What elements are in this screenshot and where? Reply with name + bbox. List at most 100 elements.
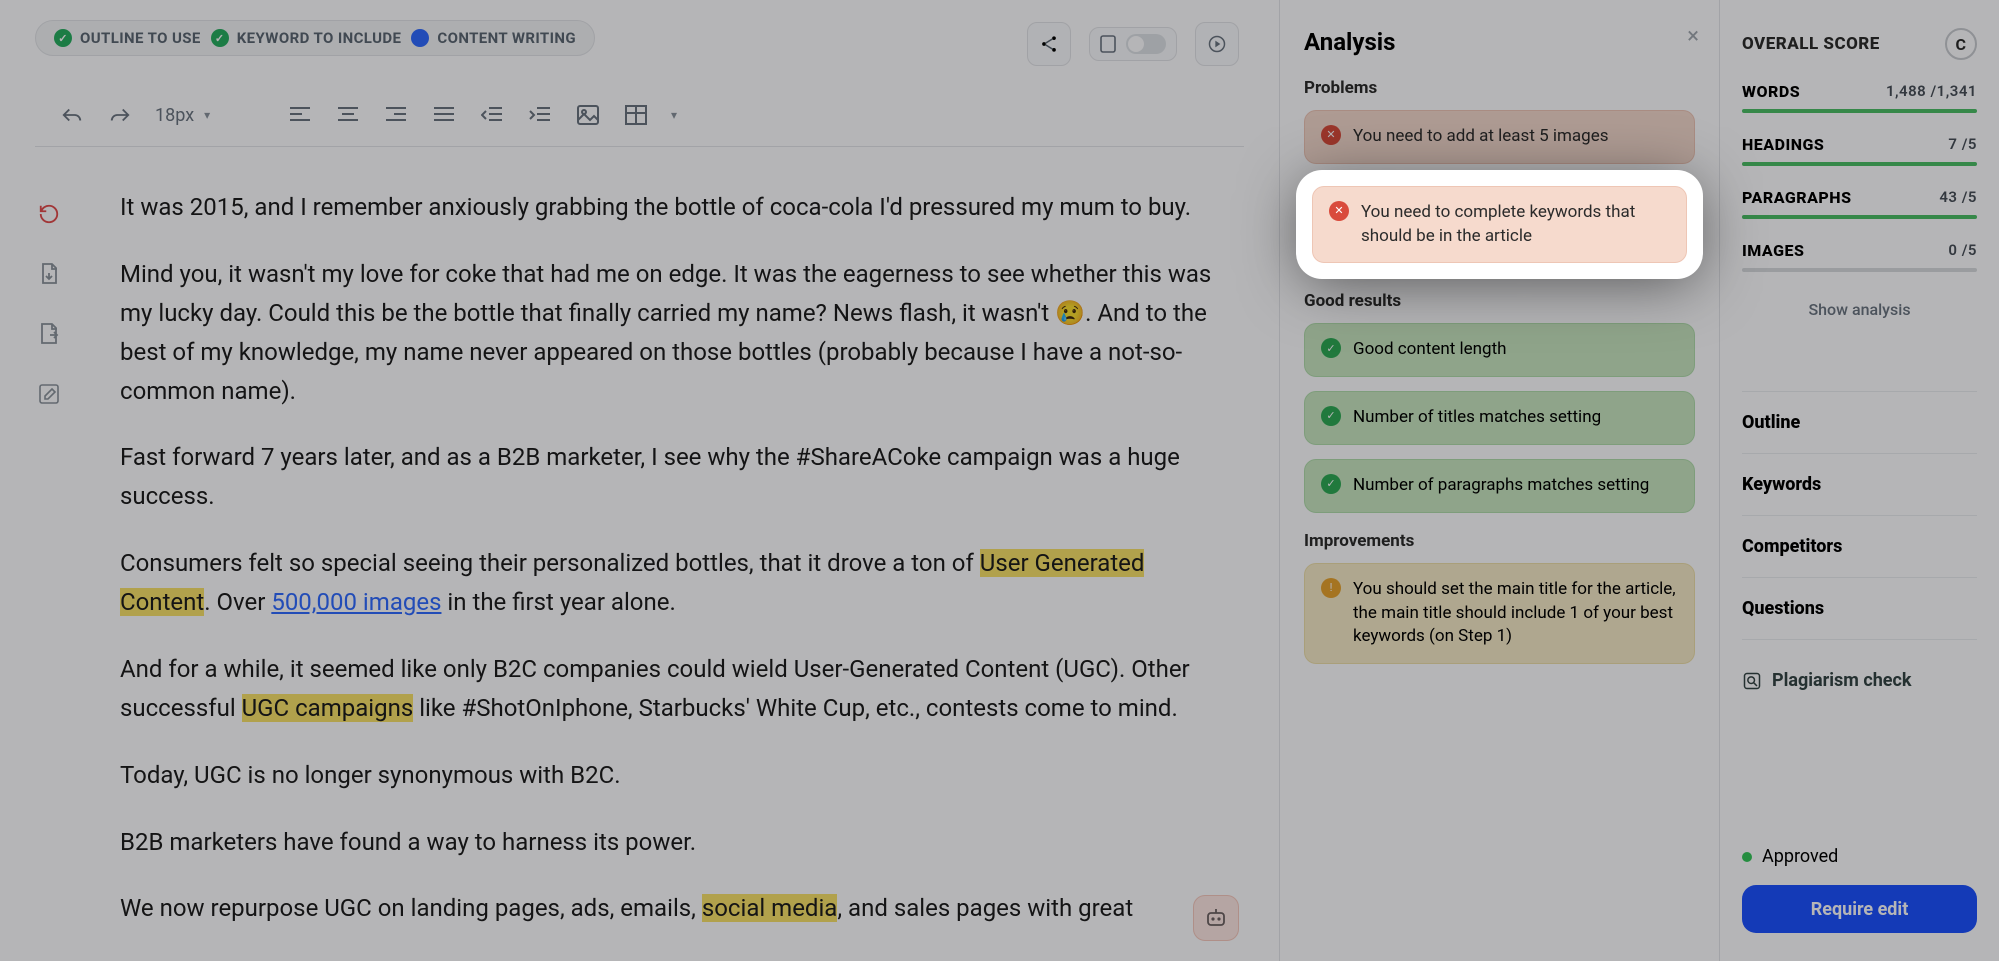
font-size-value: 18px [155,105,194,126]
nav-outline[interactable]: Outline [1742,391,1977,454]
share-button[interactable] [1027,22,1071,66]
step-content-label: CONTENT WRITING [437,29,576,47]
problems-heading: Problems [1304,78,1695,98]
paragraph: Today, UGC is no longer synonymous with … [120,756,1239,795]
metric-label: IMAGES [1742,241,1804,260]
shield-search-icon [1742,671,1762,691]
chevron-down-icon[interactable]: ▾ [671,108,677,122]
share-icon [1039,34,1059,54]
insert-table-button[interactable] [623,102,649,128]
align-right-button[interactable] [383,102,409,128]
improvement-item[interactable]: ! You should set the main title for the … [1304,563,1695,664]
approval-status: Approved [1742,824,1977,867]
file-import-icon [39,263,59,285]
step-keyword-label: KEYWORD TO INCLUDE [237,29,402,47]
robot-icon [1204,907,1228,929]
font-size-select[interactable]: 18px ▾ [155,105,265,126]
metric-words: WORDS1,488 /1,341 [1742,82,1977,113]
edit-button[interactable] [35,380,63,408]
score-badge: C [1945,28,1977,60]
improvements-heading: Improvements [1304,531,1695,551]
error-icon: ✕ [1321,125,1341,145]
good-text: Number of paragraphs matches setting [1353,474,1649,498]
metric-images: IMAGES 0 /5 [1742,241,1977,272]
reader-mode-toggle[interactable] [1089,27,1177,61]
align-center-button[interactable] [335,102,361,128]
dot-icon [411,29,429,47]
problem-item[interactable]: ✕ You need to complete keywords that sho… [1312,186,1687,264]
paragraph: We now repurpose UGC on landing pages, a… [120,889,1239,928]
warning-icon: ! [1321,578,1341,598]
metric-headings: HEADINGS 7 /5 [1742,135,1977,166]
nav-competitors[interactable]: Competitors [1742,516,1977,578]
outdent-button[interactable] [479,102,505,128]
metric-label: WORDS [1742,82,1800,101]
highlighted-problem: ✕ You need to complete keywords that sho… [1302,176,1697,274]
link[interactable]: 500,000 images [271,588,441,616]
step-outline-label: OUTLINE TO USE [80,29,201,47]
plagiarism-check-link[interactable]: Plagiarism check [1742,670,1977,691]
undo-button[interactable] [59,102,85,128]
check-icon: ✓ [211,29,229,47]
check-icon: ✓ [1321,406,1341,426]
good-item[interactable]: ✓ Good content length [1304,323,1695,377]
editor-toolbar: 18px ▾ ▾ [35,92,1244,147]
indent-button[interactable] [527,102,553,128]
export-button[interactable] [35,320,63,348]
check-icon: ✓ [1321,474,1341,494]
nav-keywords[interactable]: Keywords [1742,454,1977,516]
ai-assistant-button[interactable] [1193,895,1239,941]
keyword-highlight: social media [702,894,838,922]
progress-bar [1742,268,1977,272]
metric-value: 0 /5 [1948,241,1977,260]
good-text: Good content length [1353,338,1507,362]
good-results-heading: Good results [1304,291,1695,311]
paragraph: Consumers felt so special seeing their p… [120,544,1239,622]
import-button[interactable] [35,260,63,288]
book-icon [1100,35,1116,53]
keyword-highlight: UGC campaigns [242,694,414,722]
progress-bar [1742,215,1977,219]
paragraph: Mind you, it wasn't my love for coke tha… [120,255,1239,411]
insert-image-button[interactable] [575,102,601,128]
good-item[interactable]: ✓ Number of titles matches setting [1304,391,1695,445]
plagiarism-label: Plagiarism check [1772,670,1912,691]
status-label: Approved [1762,846,1838,867]
workflow-steps: ✓ OUTLINE TO USE ✓ KEYWORD TO INCLUDE CO… [35,20,595,56]
history-icon [38,203,60,225]
check-icon: ✓ [1321,338,1341,358]
align-left-button[interactable] [287,102,313,128]
play-button[interactable] [1195,22,1239,66]
pencil-icon [39,384,59,404]
show-analysis-link[interactable]: Show analysis [1742,300,1977,319]
good-item[interactable]: ✓ Number of paragraphs matches setting [1304,459,1695,513]
problem-text: You need to add at least 5 images [1353,125,1609,149]
improvement-text: You should set the main title for the ar… [1353,578,1678,649]
error-icon: ✕ [1329,201,1349,221]
play-icon [1207,34,1227,54]
require-edit-button[interactable]: Require edit [1742,885,1977,933]
metric-label: PARAGRAPHS [1742,188,1852,207]
step-outline[interactable]: ✓ OUTLINE TO USE [54,29,201,47]
toggle-icon [1126,34,1166,54]
close-analysis-button[interactable]: × [1687,24,1699,49]
step-content[interactable]: CONTENT WRITING [411,29,576,47]
chevron-down-icon: ▾ [204,108,210,122]
progress-bar [1742,162,1977,166]
progress-bar [1742,109,1977,113]
metric-value: 43 /5 [1939,188,1977,207]
document-body[interactable]: It was 2015, and I remember anxiously gr… [120,188,1239,956]
nav-questions[interactable]: Questions [1742,578,1977,640]
metric-label: HEADINGS [1742,135,1824,154]
metric-paragraphs: PARAGRAPHS 43 /5 [1742,188,1977,219]
align-justify-button[interactable] [431,102,457,128]
metric-value: 7 /5 [1948,135,1977,154]
problem-text: You need to complete keywords that shoul… [1361,201,1670,249]
paragraph: Fast forward 7 years later, and as a B2B… [120,438,1239,516]
problem-item[interactable]: ✕ You need to add at least 5 images [1304,110,1695,164]
paragraph: And for a while, it seemed like only B2C… [120,650,1239,728]
step-keyword[interactable]: ✓ KEYWORD TO INCLUDE [211,29,402,47]
history-button[interactable] [35,200,63,228]
redo-button[interactable] [107,102,133,128]
paragraph: It was 2015, and I remember anxiously gr… [120,188,1239,227]
